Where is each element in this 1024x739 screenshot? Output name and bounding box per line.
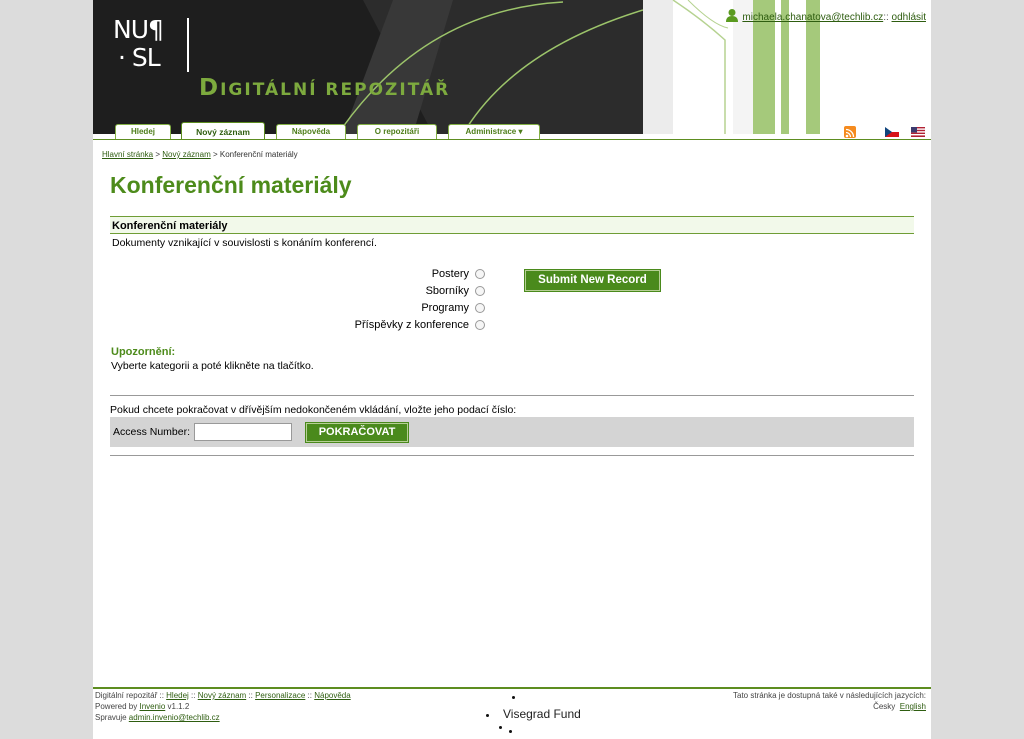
footer-sep: ::	[188, 691, 198, 700]
category-list: Postery Sborníky Programy Příspěvky z ko…	[293, 266, 485, 334]
logo-line2: · SL	[118, 43, 161, 72]
tab-help[interactable]: Nápověda	[276, 124, 346, 139]
rss-glyph	[845, 128, 855, 138]
language-english-link[interactable]: English	[900, 702, 926, 711]
breadcrumb: Hlavní stránka > Nový záznam > Konferenč…	[102, 150, 298, 159]
header: NU¶ · SL DIGITÁLNÍ REPOZITÁŘ michaela.ch…	[93, 0, 931, 140]
invenio-link[interactable]: Invenio	[139, 702, 165, 711]
site-title-initial: D	[199, 75, 221, 101]
notice-text: Vyberte kategorii a poté klikněte na tla…	[111, 360, 314, 372]
powered-prefix: Powered by	[95, 702, 140, 711]
flag-us-icon[interactable]	[911, 127, 925, 137]
admin-email-link[interactable]: admin.invenio@techlib.cz	[129, 713, 220, 722]
breadcrumb-new-record[interactable]: Nový záznam	[162, 150, 210, 159]
language-note: Tato stránka je dostupná také v následuj…	[733, 691, 926, 700]
breadcrumb-sep: >	[153, 150, 163, 159]
tab-about[interactable]: O repozitáři	[357, 124, 437, 139]
access-number-input[interactable]	[194, 423, 292, 441]
footer-link-new-record[interactable]: Nový záznam	[198, 691, 246, 700]
divider	[110, 395, 914, 396]
header-banner: NU¶ · SL DIGITÁLNÍ REPOZITÁŘ	[93, 0, 643, 134]
footer-divider	[93, 687, 931, 689]
breadcrumb-sep: >	[210, 150, 220, 159]
logo-dot	[499, 726, 502, 729]
continue-instructions: Pokud chcete pokračovat v dřívějším nedo…	[110, 404, 517, 416]
logo-dot	[512, 696, 515, 699]
radio-icon[interactable]	[475, 320, 485, 330]
powered-version: v1.1.2	[165, 702, 190, 711]
category-label: Příspěvky z konference	[354, 319, 469, 331]
footer-link-search[interactable]: Hledej	[166, 691, 189, 700]
footer-link-personalize[interactable]: Personalizace	[255, 691, 305, 700]
logo-dot	[486, 714, 489, 717]
divider	[110, 455, 914, 456]
footer-sep: ::	[305, 691, 315, 700]
category-option[interactable]: Sborníky	[293, 283, 485, 300]
footer-languages: Tato stránka je dostupná také v následuj…	[733, 690, 926, 712]
category-option[interactable]: Programy	[293, 300, 485, 317]
banner-art	[337, 0, 643, 134]
site-title-rest: IGITÁLNÍ REPOZITÁŘ	[220, 80, 451, 100]
user-icon	[726, 9, 739, 22]
page-title: Konferenční materiály	[110, 172, 352, 198]
category-label: Postery	[431, 268, 469, 280]
radio-icon[interactable]	[475, 286, 485, 296]
page: NU¶ · SL DIGITÁLNÍ REPOZITÁŘ michaela.ch…	[93, 0, 931, 739]
notice-title: Upozornění:	[111, 346, 176, 358]
tab-search[interactable]: Hledej	[115, 124, 171, 139]
category-option[interactable]: Postery	[293, 266, 485, 283]
breadcrumb-current: Konferenční materiály	[219, 150, 298, 159]
logo-line1: NU¶	[113, 15, 164, 44]
footer-link-help[interactable]: Nápověda	[314, 691, 350, 700]
category-option[interactable]: Příspěvky z konference	[293, 317, 485, 334]
category-label: Sborníky	[425, 285, 469, 297]
access-number-label: Access Number:	[113, 426, 191, 438]
logout-link[interactable]: odhlásit	[892, 12, 926, 23]
visegrad-fund-text: Visegrad Fund	[503, 707, 581, 721]
site-title: DIGITÁLNÍ REPOZITÁŘ	[199, 75, 450, 101]
footer-sep: ::	[157, 691, 167, 700]
rss-icon[interactable]	[844, 126, 856, 138]
section-description: Dokumenty vznikající v souvislosti s kon…	[112, 237, 377, 249]
radio-icon[interactable]	[475, 303, 485, 313]
user-box: michaela.chanatova@techlib.cz:: odhlásit	[725, 8, 926, 23]
user-separator: ::	[883, 12, 889, 23]
admin-prefix: Spravuje	[95, 713, 129, 722]
continue-button[interactable]: POKRAČOVAT	[305, 422, 409, 443]
footer-sep: ::	[246, 691, 256, 700]
logo[interactable]: NU¶ · SL	[113, 15, 164, 72]
footer-links: Digitální repozitář :: Hledej :: Nový zá…	[95, 690, 351, 723]
tab-new-record[interactable]: Nový záznam	[181, 122, 265, 140]
tab-admin[interactable]: Administrace ▾	[448, 124, 540, 139]
user-email-link[interactable]: michaela.chanatova@techlib.cz	[742, 12, 883, 23]
submit-new-record-button[interactable]: Submit New Record	[524, 269, 661, 292]
logo-dot	[509, 730, 512, 733]
radio-icon[interactable]	[475, 269, 485, 279]
logo-divider	[187, 18, 189, 72]
header-divider	[93, 139, 931, 140]
breadcrumb-home[interactable]: Hlavní stránka	[102, 150, 153, 159]
footer-site-name: Digitální repozitář	[95, 691, 158, 700]
access-number-form: Access Number: POKRAČOVAT	[110, 417, 914, 447]
visegrad-fund-logo[interactable]: Visegrad Fund	[481, 690, 601, 738]
flag-cz-icon[interactable]	[885, 127, 899, 137]
language-current: Česky	[873, 702, 896, 711]
section-heading: Konferenční materiály	[110, 216, 914, 234]
category-label: Programy	[421, 302, 469, 314]
